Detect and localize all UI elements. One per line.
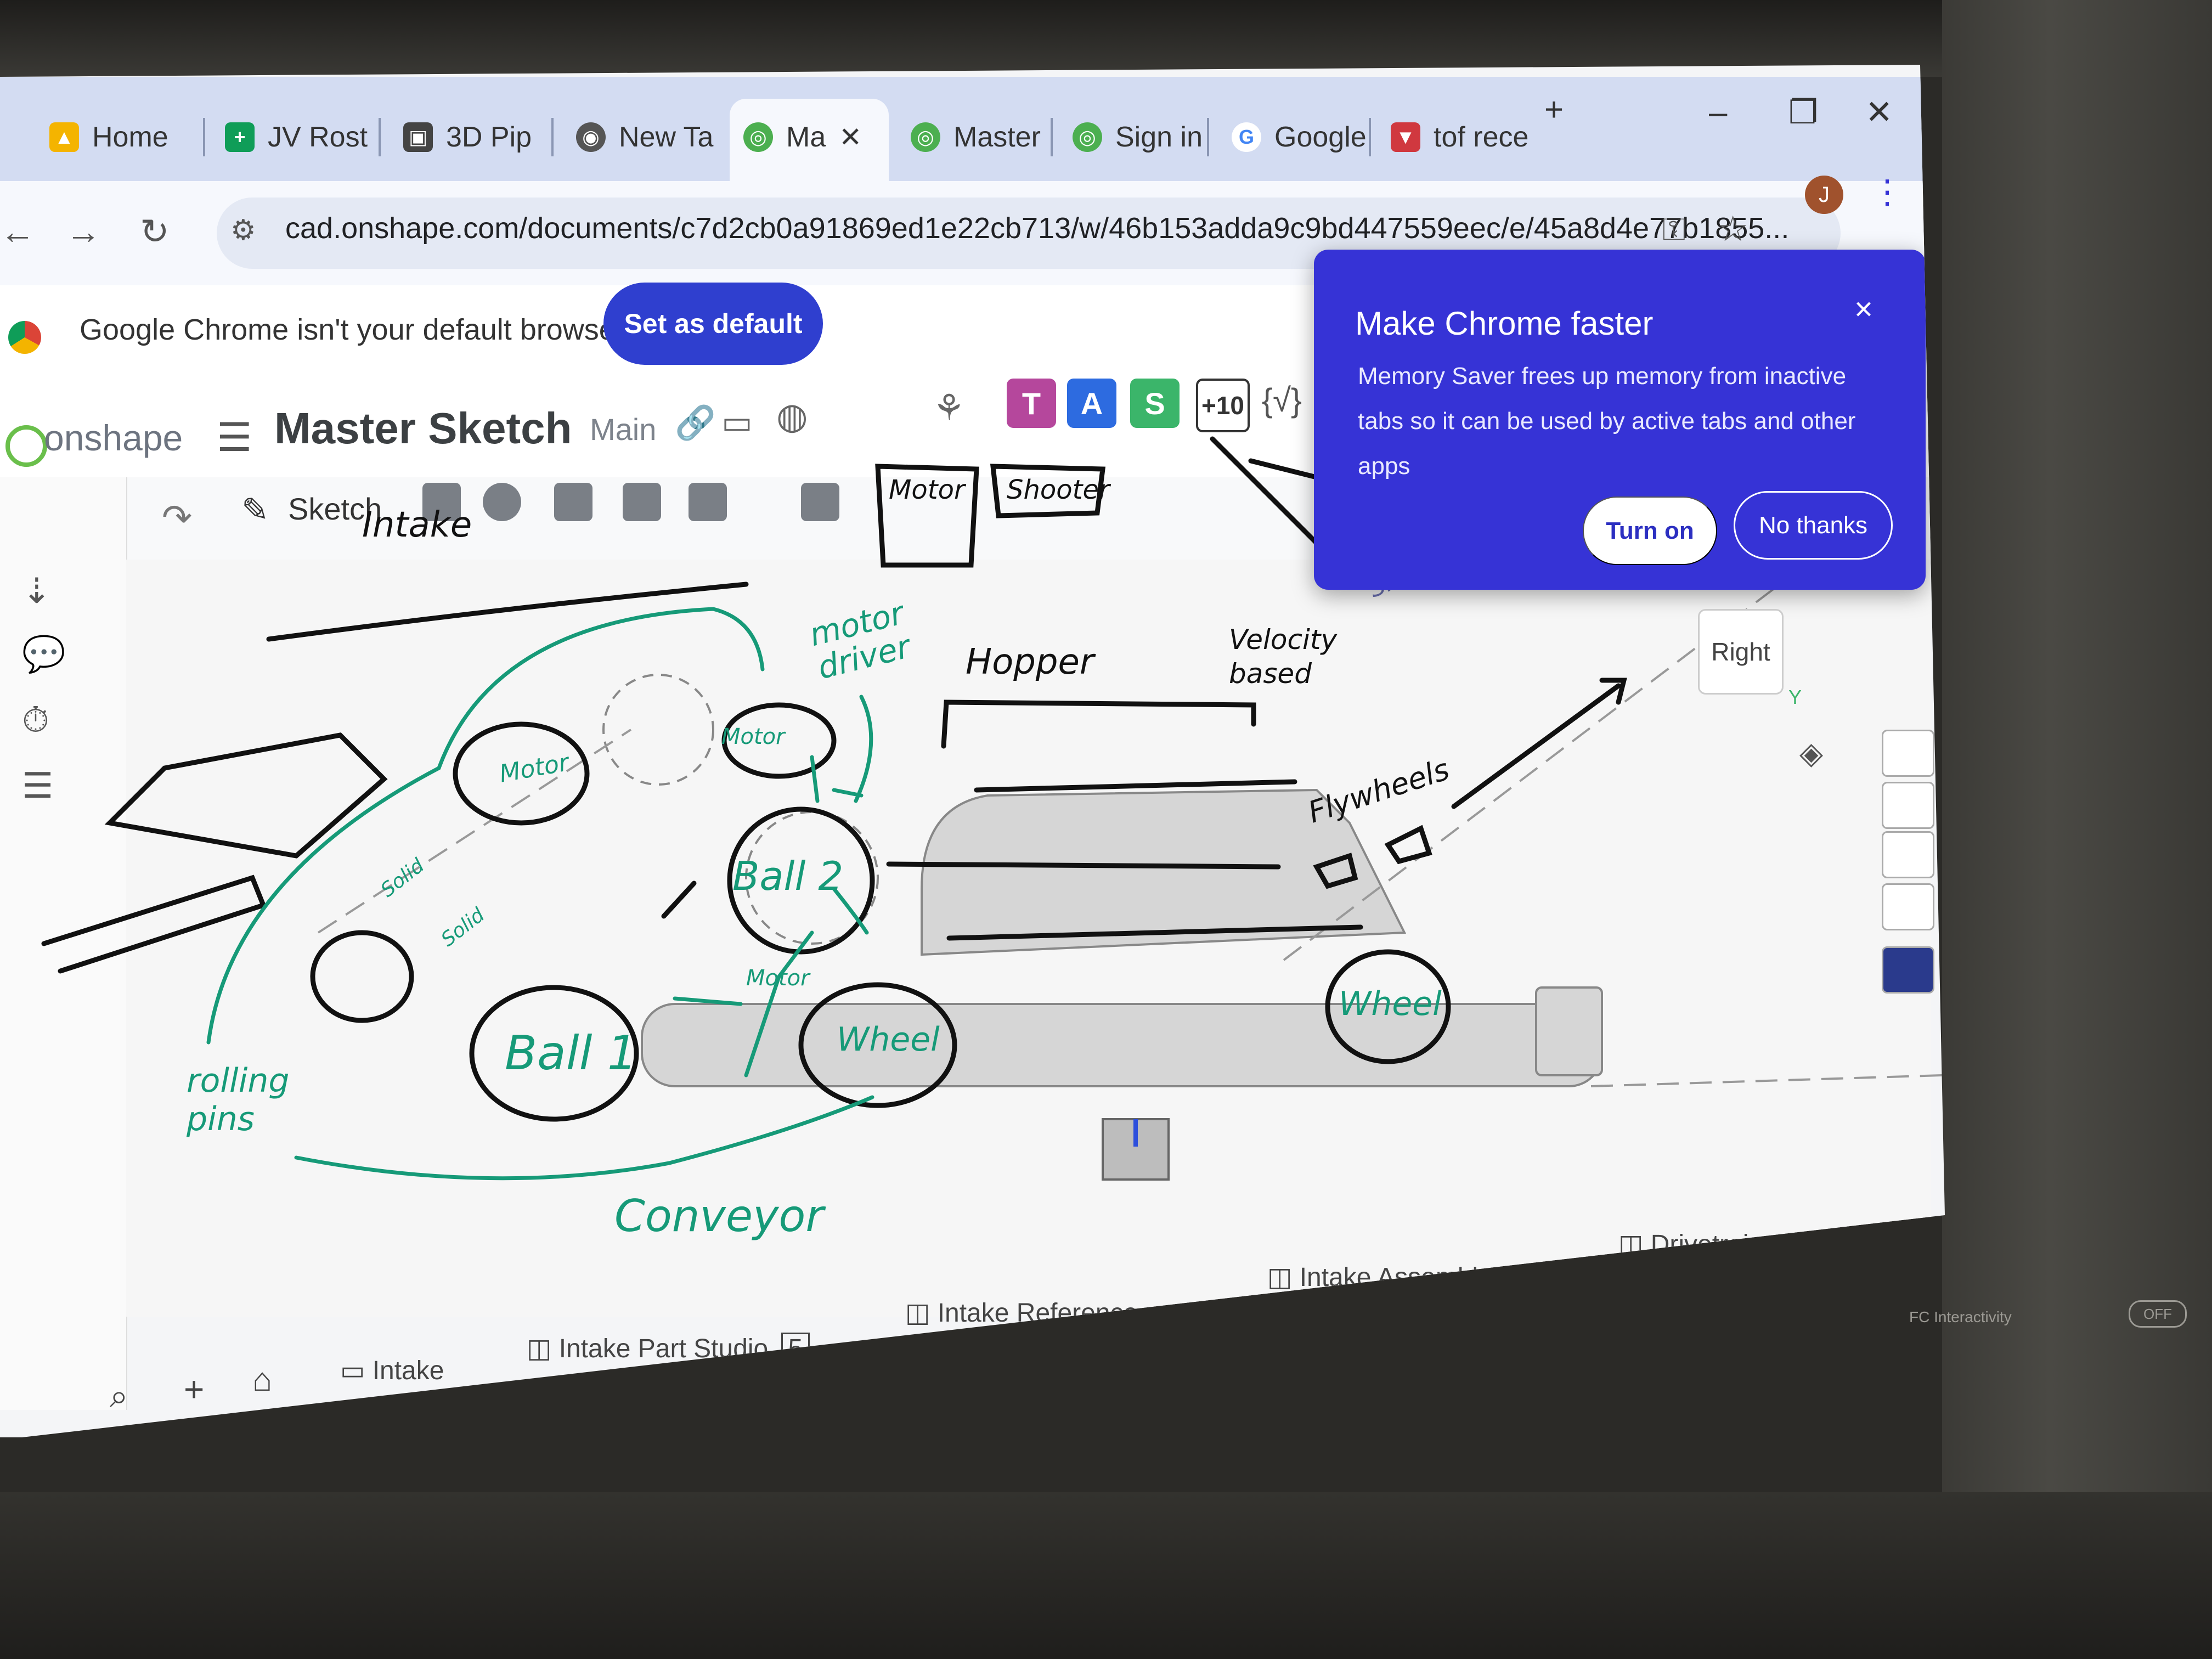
measure-icon[interactable]: [1882, 883, 1934, 930]
select-tool-icon[interactable]: ⬚: [1218, 1383, 1246, 1417]
note-ball-1: Ball 1: [505, 1026, 637, 1081]
doc-tab-label: Drivetrain + Intake: [1650, 1230, 1865, 1259]
assembly-icon: ◫: [1267, 1263, 1300, 1292]
text-tool-icon[interactable]: A: [785, 1421, 804, 1437]
turn-on-button[interactable]: Turn on: [1583, 496, 1717, 565]
volume-icon[interactable]: 🔊: [1657, 1292, 1690, 1323]
assembly-icon: ◫: [1618, 1230, 1651, 1259]
copilot-icon[interactable]: [1871, 1270, 1909, 1303]
note-intake: Intake: [362, 505, 472, 545]
folder-icon: ▭: [340, 1356, 373, 1385]
view-options-icon[interactable]: ◈: [1799, 735, 1823, 771]
appearance-icon[interactable]: [1882, 831, 1934, 878]
wall-background: [1942, 0, 2212, 1659]
clock[interactable]: 4:51 PM 1/30/2025: [1714, 1273, 1802, 1319]
pen-orange-swatch[interactable]: [889, 1421, 916, 1437]
assembly-icon: ◫: [905, 1299, 938, 1328]
fc-interactivity-label: FC Interactivity: [1909, 1308, 2012, 1325]
pen-green-swatch[interactable]: [996, 1410, 1023, 1437]
excel-icon[interactable]: [848, 1358, 886, 1396]
note-motor-small: Motor: [746, 966, 810, 991]
pen-black-swatch[interactable]: [831, 1424, 878, 1437]
no-thanks-button[interactable]: No thanks: [1734, 491, 1893, 560]
section-view-icon[interactable]: [1882, 782, 1934, 829]
doc-tab-intake-assembly[interactable]: ◫ Intake Assembly: [1267, 1262, 1491, 1293]
popup-title: Make Chrome faster: [1355, 305, 1654, 342]
doc-tab-drivetrain-intake[interactable]: ◫ Drivetrain + Intake: [1618, 1229, 1865, 1260]
fc-interactivity-toggle[interactable]: OFF: [2129, 1300, 2187, 1328]
note-shooter: Shooter: [1007, 475, 1110, 505]
tray-expand-icon[interactable]: ^: [1435, 1303, 1446, 1330]
note-hopper: Hopper: [966, 642, 1094, 682]
pen-yellow-swatch[interactable]: [1048, 1407, 1075, 1435]
monitor-bezel-bottom: [0, 1492, 2212, 1659]
view-cube[interactable]: Right: [1698, 609, 1784, 695]
screen: ▲ Home + JV Rost ▣ 3D Pip ◉ New Ta ◎ Ma …: [0, 65, 1945, 1437]
notification-icon[interactable]: 🔔: [1816, 1276, 1849, 1307]
network-icon[interactable]: 🖥: [1613, 1295, 1646, 1326]
file-explorer-icon[interactable]: [516, 1402, 554, 1437]
doc-tab-label: Intake Assembly: [1299, 1263, 1492, 1292]
note-velocity-based: Velocity based: [1229, 624, 1338, 690]
note-rolling-pins: rolling pins: [187, 1062, 290, 1138]
doc-tab-intake-folder[interactable]: ▭ Intake: [340, 1355, 444, 1386]
pen-white-swatch[interactable]: [1100, 1402, 1127, 1429]
note-ball-2: Ball 2: [732, 853, 844, 899]
language-indicator[interactable]: ENG: [1547, 1303, 1592, 1327]
eraser-icon[interactable]: ◇: [1152, 1391, 1177, 1429]
mass-properties-icon[interactable]: [1882, 946, 1934, 994]
axis-label: Y: [1788, 686, 1802, 708]
doc-tab-intake-reference[interactable]: ◫ Intake Reference: [905, 1297, 1138, 1328]
part-count-badge: 5: [781, 1333, 810, 1365]
chrome-taskbar-icon[interactable]: [683, 1377, 721, 1415]
add-tab-icon[interactable]: +: [184, 1369, 204, 1409]
trash-icon[interactable]: 🗑: [1374, 1369, 1409, 1401]
doc-tab-intake-part-studio[interactable]: ◫ Intake Part Studio 5: [527, 1333, 810, 1365]
firefox-icon[interactable]: [601, 1388, 639, 1426]
windows-start-icon[interactable]: ⊞: [346, 1410, 382, 1437]
date: 1/30/2025: [1714, 1296, 1803, 1318]
tab-manager-icon[interactable]: ⌕: [110, 1377, 128, 1415]
widgets-icon[interactable]: [137, 1426, 187, 1437]
settings-icon[interactable]: ⚙: [1426, 1366, 1451, 1398]
part-studio-icon: ◫: [527, 1334, 559, 1363]
time: 4:51 PM: [1722, 1273, 1796, 1295]
word-icon[interactable]: [765, 1366, 804, 1404]
note-wheel-center: Wheel: [837, 1020, 940, 1059]
render-mode-icon[interactable]: [1882, 730, 1934, 777]
whiteboard-ink-green: [206, 607, 874, 1181]
doc-tab-label: Intake Part Studio: [558, 1334, 769, 1363]
popup-body: Memory Saver frees up memory from inacti…: [1358, 363, 1856, 479]
teams-icon[interactable]: [1171, 1319, 1210, 1358]
note-wheel-right: Wheel: [1339, 985, 1442, 1023]
note-motor: Motor: [889, 475, 965, 505]
search-icon[interactable]: ⌕: [433, 1404, 455, 1437]
pen-blue-swatch[interactable]: [944, 1415, 971, 1437]
doc-tab-label: Intake Reference: [937, 1299, 1138, 1328]
acrobat-icon[interactable]: [1089, 1328, 1127, 1366]
home-icon[interactable]: ⌂: [252, 1361, 272, 1398]
note-conveyor: Conveyor: [614, 1190, 824, 1242]
doc-tab-label: Intake: [372, 1356, 444, 1385]
powerpoint-icon[interactable]: [930, 1347, 968, 1385]
popup-close-icon[interactable]: ×: [1854, 291, 1873, 328]
more-apps-icon[interactable]: ⋯: [1256, 1317, 1287, 1353]
sync-icon[interactable]: ↻: [1489, 1303, 1513, 1335]
note-motor-center: Motor: [721, 724, 785, 749]
photoshop-icon[interactable]: [1009, 1339, 1048, 1377]
